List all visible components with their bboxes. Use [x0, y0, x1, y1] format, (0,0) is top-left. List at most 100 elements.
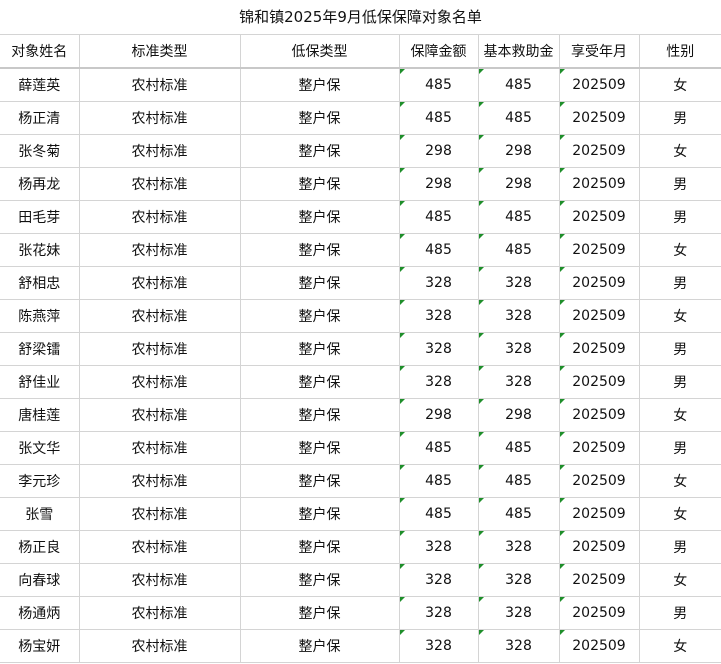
cell-name[interactable]: 舒佳业	[0, 365, 80, 399]
cell-gender[interactable]: 女	[639, 68, 721, 102]
cell-start-month[interactable]: 202509	[559, 68, 640, 102]
cell-standard-type[interactable]: 农村标准	[79, 365, 241, 399]
cell-name[interactable]: 杨再龙	[0, 167, 80, 201]
cell-basic-aid[interactable]: 298	[478, 398, 560, 432]
cell-amount[interactable]: 328	[399, 530, 479, 564]
cell-gender[interactable]: 女	[639, 233, 721, 267]
cell-basic-aid[interactable]: 328	[478, 596, 560, 630]
cell-start-month[interactable]: 202509	[559, 497, 640, 531]
cell-dibao-type[interactable]: 整户保	[240, 365, 400, 399]
cell-start-month[interactable]: 202509	[559, 365, 640, 399]
cell-standard-type[interactable]: 农村标准	[79, 464, 241, 498]
cell-dibao-type[interactable]: 整户保	[240, 233, 400, 267]
cell-basic-aid[interactable]: 485	[478, 68, 560, 102]
cell-gender[interactable]: 女	[639, 497, 721, 531]
cell-dibao-type[interactable]: 整户保	[240, 431, 400, 465]
cell-amount[interactable]: 328	[399, 332, 479, 366]
cell-dibao-type[interactable]: 整户保	[240, 68, 400, 102]
cell-basic-aid[interactable]: 328	[478, 266, 560, 300]
cell-dibao-type[interactable]: 整户保	[240, 629, 400, 663]
cell-basic-aid[interactable]: 485	[478, 497, 560, 531]
cell-gender[interactable]: 男	[639, 200, 721, 234]
cell-basic-aid[interactable]: 298	[478, 134, 560, 168]
cell-amount[interactable]: 485	[399, 68, 479, 102]
cell-name[interactable]: 舒相忠	[0, 266, 80, 300]
cell-name[interactable]: 杨正良	[0, 530, 80, 564]
cell-amount[interactable]: 328	[399, 365, 479, 399]
header-start-month[interactable]: 享受年月	[559, 35, 640, 69]
cell-name[interactable]: 唐桂莲	[0, 398, 80, 432]
cell-amount[interactable]: 485	[399, 233, 479, 267]
cell-start-month[interactable]: 202509	[559, 629, 640, 663]
cell-start-month[interactable]: 202509	[559, 200, 640, 234]
cell-name[interactable]: 杨宝妍	[0, 629, 80, 663]
cell-dibao-type[interactable]: 整户保	[240, 134, 400, 168]
cell-amount[interactable]: 328	[399, 299, 479, 333]
cell-basic-aid[interactable]: 485	[478, 101, 560, 135]
sheet-title[interactable]: 锦和镇2025年9月低保保障对象名单	[0, 0, 721, 35]
cell-name[interactable]: 田毛芽	[0, 200, 80, 234]
cell-gender[interactable]: 男	[639, 431, 721, 465]
cell-dibao-type[interactable]: 整户保	[240, 563, 400, 597]
cell-amount[interactable]: 485	[399, 497, 479, 531]
cell-gender[interactable]: 女	[639, 563, 721, 597]
cell-dibao-type[interactable]: 整户保	[240, 200, 400, 234]
cell-standard-type[interactable]: 农村标准	[79, 497, 241, 531]
cell-gender[interactable]: 女	[639, 629, 721, 663]
cell-name[interactable]: 张雪	[0, 497, 80, 531]
cell-gender[interactable]: 女	[639, 299, 721, 333]
cell-amount[interactable]: 298	[399, 398, 479, 432]
cell-name[interactable]: 杨正清	[0, 101, 80, 135]
cell-name[interactable]: 薛莲英	[0, 68, 80, 102]
cell-start-month[interactable]: 202509	[559, 101, 640, 135]
cell-gender[interactable]: 女	[639, 464, 721, 498]
cell-basic-aid[interactable]: 485	[478, 464, 560, 498]
cell-gender[interactable]: 男	[639, 365, 721, 399]
cell-standard-type[interactable]: 农村标准	[79, 266, 241, 300]
cell-gender[interactable]: 男	[639, 332, 721, 366]
cell-standard-type[interactable]: 农村标准	[79, 431, 241, 465]
cell-basic-aid[interactable]: 328	[478, 563, 560, 597]
cell-dibao-type[interactable]: 整户保	[240, 596, 400, 630]
cell-start-month[interactable]: 202509	[559, 266, 640, 300]
cell-basic-aid[interactable]: 298	[478, 167, 560, 201]
cell-standard-type[interactable]: 农村标准	[79, 563, 241, 597]
cell-standard-type[interactable]: 农村标准	[79, 398, 241, 432]
cell-start-month[interactable]: 202509	[559, 167, 640, 201]
cell-start-month[interactable]: 202509	[559, 134, 640, 168]
cell-start-month[interactable]: 202509	[559, 596, 640, 630]
cell-amount[interactable]: 485	[399, 200, 479, 234]
cell-dibao-type[interactable]: 整户保	[240, 167, 400, 201]
cell-gender[interactable]: 男	[639, 266, 721, 300]
cell-gender[interactable]: 男	[639, 530, 721, 564]
cell-standard-type[interactable]: 农村标准	[79, 530, 241, 564]
header-name[interactable]: 对象姓名	[0, 35, 80, 69]
cell-name[interactable]: 张文华	[0, 431, 80, 465]
cell-dibao-type[interactable]: 整户保	[240, 497, 400, 531]
cell-start-month[interactable]: 202509	[559, 464, 640, 498]
cell-basic-aid[interactable]: 328	[478, 365, 560, 399]
cell-gender[interactable]: 女	[639, 398, 721, 432]
cell-start-month[interactable]: 202509	[559, 299, 640, 333]
cell-start-month[interactable]: 202509	[559, 431, 640, 465]
cell-start-month[interactable]: 202509	[559, 398, 640, 432]
cell-basic-aid[interactable]: 328	[478, 332, 560, 366]
cell-amount[interactable]: 328	[399, 596, 479, 630]
cell-amount[interactable]: 328	[399, 266, 479, 300]
cell-start-month[interactable]: 202509	[559, 233, 640, 267]
cell-dibao-type[interactable]: 整户保	[240, 299, 400, 333]
cell-start-month[interactable]: 202509	[559, 332, 640, 366]
header-standard-type[interactable]: 标准类型	[79, 35, 241, 69]
cell-standard-type[interactable]: 农村标准	[79, 134, 241, 168]
cell-dibao-type[interactable]: 整户保	[240, 530, 400, 564]
cell-dibao-type[interactable]: 整户保	[240, 464, 400, 498]
cell-name[interactable]: 张冬菊	[0, 134, 80, 168]
cell-basic-aid[interactable]: 328	[478, 299, 560, 333]
cell-start-month[interactable]: 202509	[559, 563, 640, 597]
cell-dibao-type[interactable]: 整户保	[240, 266, 400, 300]
cell-dibao-type[interactable]: 整户保	[240, 332, 400, 366]
cell-standard-type[interactable]: 农村标准	[79, 68, 241, 102]
cell-standard-type[interactable]: 农村标准	[79, 101, 241, 135]
header-gender[interactable]: 性别	[639, 35, 721, 69]
header-dibao-type[interactable]: 低保类型	[240, 35, 400, 69]
